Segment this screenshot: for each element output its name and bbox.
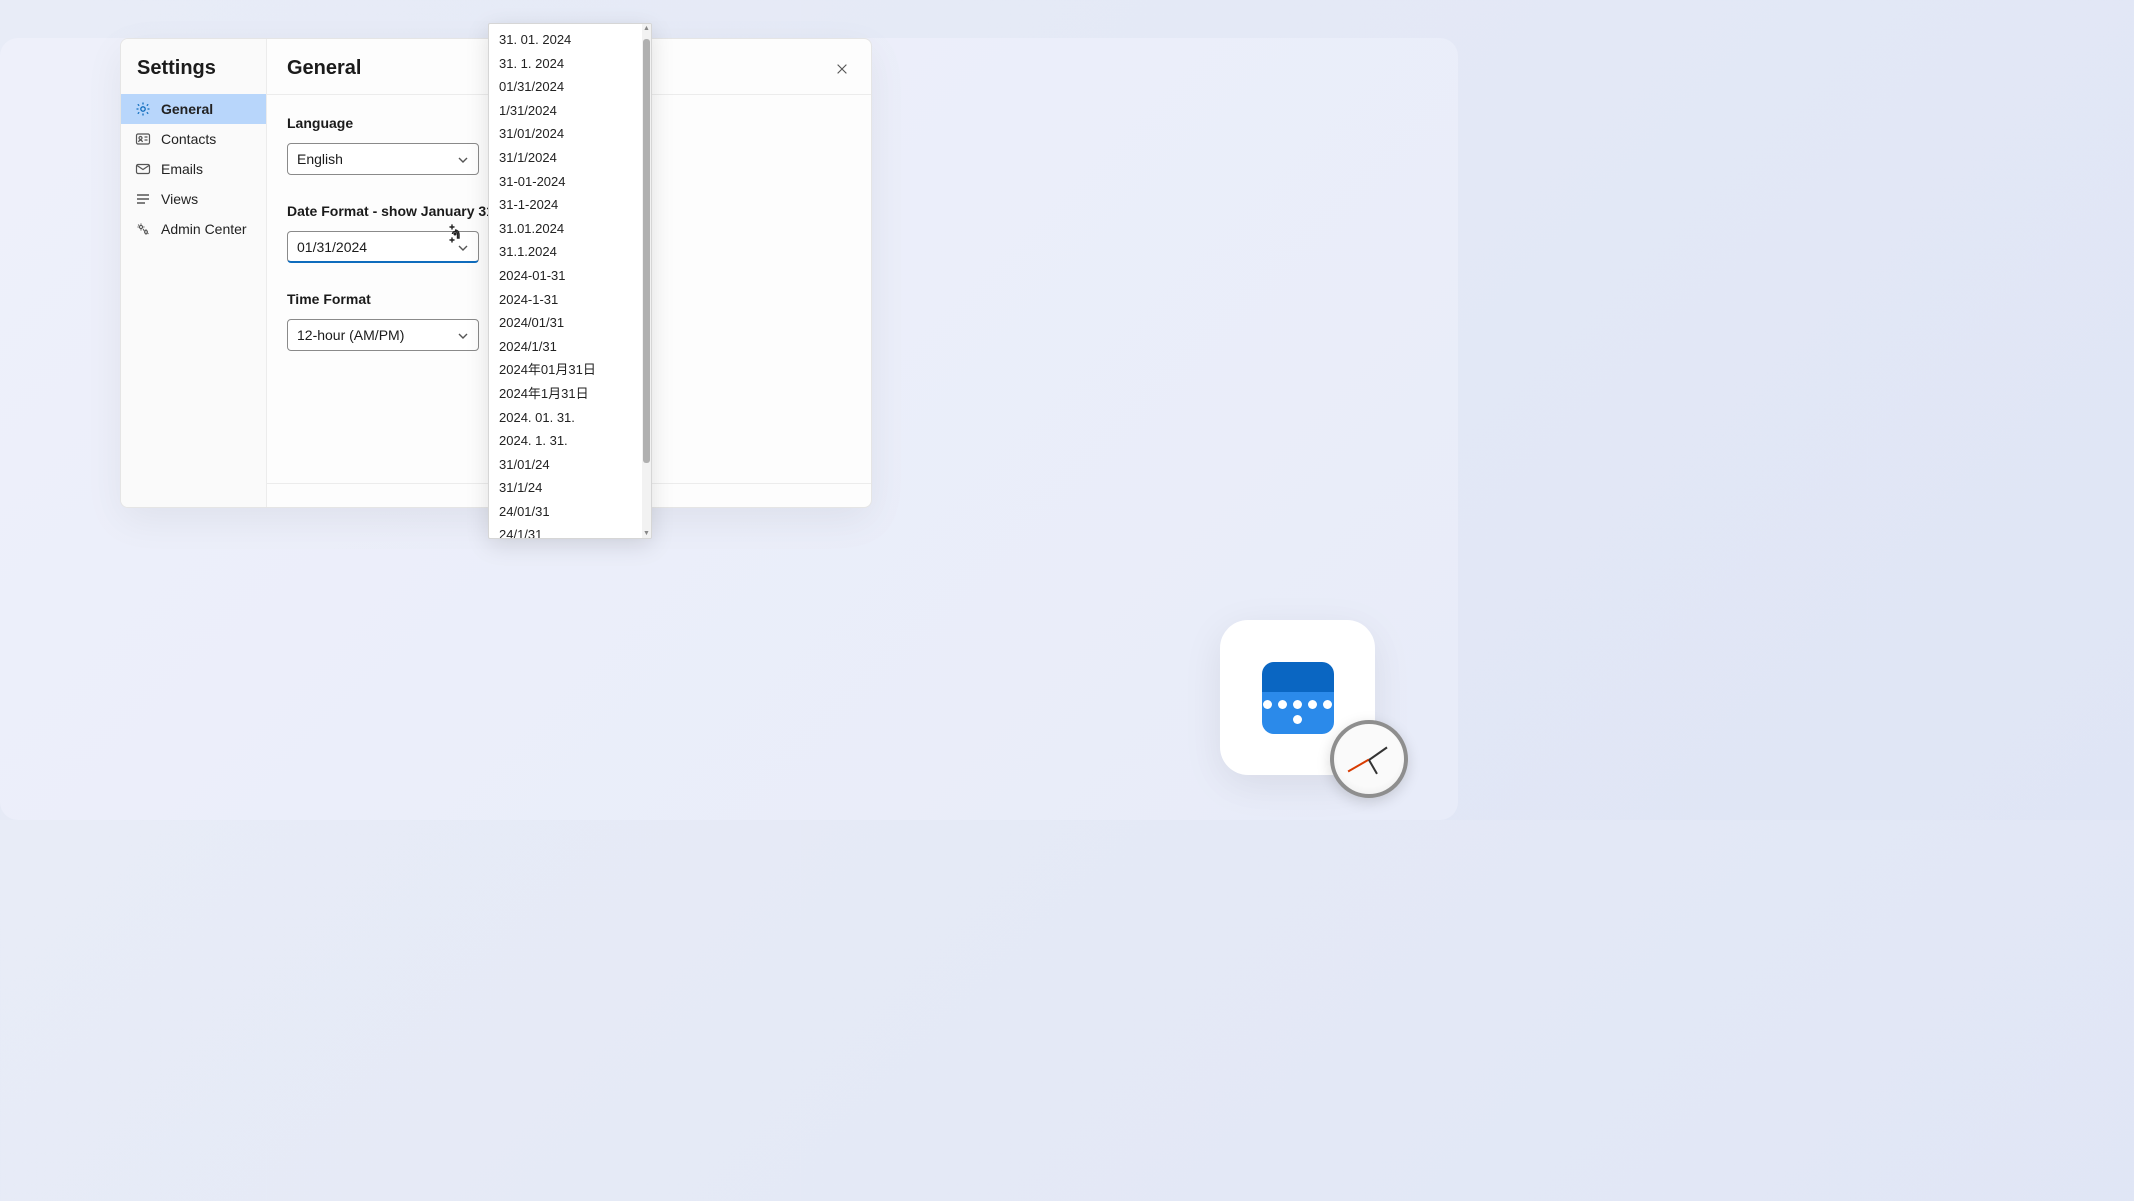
date-format-option[interactable]: 31/01/24 xyxy=(489,453,642,477)
close-button[interactable] xyxy=(833,60,851,78)
sidebar-item-label: Emails xyxy=(161,161,203,177)
date-format-option[interactable]: 31/01/2024 xyxy=(489,122,642,146)
clock-icon xyxy=(1330,720,1408,798)
date-format-option[interactable]: 2024年01月31日 xyxy=(489,358,642,382)
mail-icon xyxy=(135,161,151,177)
date-format-option[interactable]: 31/1/2024 xyxy=(489,146,642,170)
scroll-up-arrow[interactable]: ▲ xyxy=(642,24,651,33)
sidebar-item-label: General xyxy=(161,101,213,117)
chevron-down-icon xyxy=(457,241,469,253)
sidebar-item-label: Views xyxy=(161,191,198,207)
date-format-option[interactable]: 31. 1. 2024 xyxy=(489,52,642,76)
language-value: English xyxy=(297,151,343,167)
scroll-thumb[interactable] xyxy=(643,35,650,527)
date-format-option[interactable]: 2024年1月31日 xyxy=(489,382,642,406)
calendar-icon xyxy=(1262,662,1334,734)
sidebar-item-emails[interactable]: Emails xyxy=(121,154,266,184)
time-format-select[interactable]: 12-hour (AM/PM) xyxy=(287,319,479,351)
sidebar-item-label: Admin Center xyxy=(161,221,247,237)
date-format-option[interactable]: 31/1/24 xyxy=(489,476,642,500)
sidebar-item-admin-center[interactable]: Admin Center xyxy=(121,214,266,244)
date-format-option[interactable]: 31.01.2024 xyxy=(489,217,642,241)
date-format-select[interactable]: 01/31/2024 xyxy=(287,231,479,263)
scroll-down-arrow[interactable]: ▼ xyxy=(642,529,651,538)
date-format-option[interactable]: 2024-01-31 xyxy=(489,264,642,288)
date-format-value: 01/31/2024 xyxy=(297,239,367,255)
date-format-option[interactable]: 31-1-2024 xyxy=(489,193,642,217)
date-format-option[interactable]: 24/01/31 xyxy=(489,500,642,524)
date-format-option[interactable]: 2024-1-31 xyxy=(489,288,642,312)
page-title: General xyxy=(287,57,361,80)
date-format-option[interactable]: 31-01-2024 xyxy=(489,170,642,194)
dropdown-list[interactable]: 31. 01. 202431. 1. 202401/31/20241/31/20… xyxy=(489,24,642,538)
chevron-down-icon xyxy=(457,153,469,165)
list-icon xyxy=(135,191,151,207)
date-format-option[interactable]: 2024/1/31 xyxy=(489,335,642,359)
date-format-option[interactable]: 24/1/31 xyxy=(489,523,642,538)
time-format-value: 12-hour (AM/PM) xyxy=(297,327,404,343)
gears-icon xyxy=(135,221,151,237)
sidebar-item-contacts[interactable]: Contacts xyxy=(121,124,266,154)
chevron-down-icon xyxy=(457,329,469,341)
date-format-option[interactable]: 2024. 01. 31. xyxy=(489,406,642,430)
settings-sidebar: Settings General Contacts Emails xyxy=(121,39,267,507)
sidebar-item-general[interactable]: General xyxy=(121,94,266,124)
date-format-option[interactable]: 2024/01/31 xyxy=(489,311,642,335)
sidebar-item-views[interactable]: Views xyxy=(121,184,266,214)
sidebar-item-label: Contacts xyxy=(161,131,216,147)
date-format-option[interactable]: 1/31/2024 xyxy=(489,99,642,123)
date-format-dropdown: 31. 01. 202431. 1. 202401/31/20241/31/20… xyxy=(488,23,652,539)
dropdown-scrollbar[interactable]: ▲ ▼ xyxy=(642,24,651,538)
calendar-clock-illustration xyxy=(1220,620,1400,790)
gear-icon xyxy=(135,101,151,117)
date-format-option[interactable]: 31. 01. 2024 xyxy=(489,28,642,52)
language-select[interactable]: English xyxy=(287,143,479,175)
contact-card-icon xyxy=(135,131,151,147)
date-format-option[interactable]: 31.1.2024 xyxy=(489,240,642,264)
date-format-option[interactable]: 2024. 1. 31. xyxy=(489,429,642,453)
date-format-option[interactable]: 01/31/2024 xyxy=(489,75,642,99)
sidebar-title: Settings xyxy=(121,39,266,94)
